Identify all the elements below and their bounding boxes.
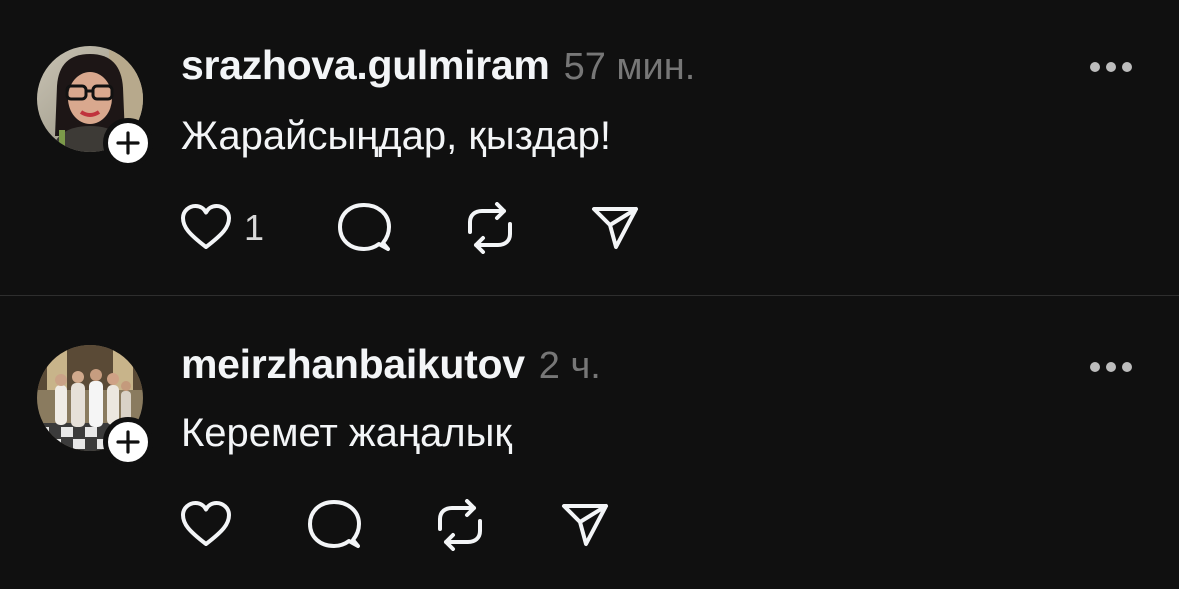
repost-button[interactable]	[464, 200, 516, 256]
divider	[0, 295, 1179, 296]
action-bar: 1	[178, 200, 658, 256]
reply-post: srazhova.gulmiram 57 мин. Жарайсыңдар, қ…	[0, 0, 1179, 296]
heart-icon	[181, 501, 231, 546]
post-text: Жарайсыңдар, қыздар!	[181, 114, 612, 158]
share-button[interactable]	[590, 200, 640, 256]
repost-icon	[438, 499, 482, 551]
avatar[interactable]	[37, 345, 153, 467]
follow-button[interactable]	[103, 417, 153, 467]
send-icon	[592, 207, 638, 249]
username-link[interactable]: srazhova.gulmiram	[181, 42, 550, 89]
avatar[interactable]	[37, 46, 153, 168]
comment-button[interactable]	[307, 497, 361, 553]
timestamp[interactable]: 57 мин.	[564, 46, 696, 89]
more-dots-icon[interactable]	[1089, 361, 1133, 373]
more-dots-icon[interactable]	[1089, 61, 1133, 73]
comment-button[interactable]	[337, 200, 391, 256]
like-button[interactable]: 1	[178, 200, 264, 256]
like-count: 1	[244, 207, 265, 248]
share-button[interactable]	[560, 497, 610, 553]
post-header: meirzhanbaikutov 2 ч.	[181, 341, 601, 388]
repost-icon	[468, 202, 512, 254]
heart-icon	[181, 204, 231, 249]
post-text: Керемет жаңалық	[181, 411, 512, 455]
like-button[interactable]	[178, 497, 244, 553]
post-header: srazhova.gulmiram 57 мин.	[181, 42, 695, 89]
username-link[interactable]: meirzhanbaikutov	[181, 341, 525, 388]
repost-button[interactable]	[434, 497, 486, 553]
timestamp[interactable]: 2 ч.	[539, 345, 601, 388]
action-bar	[178, 497, 658, 553]
reply-post: meirzhanbaikutov 2 ч. Керемет жаңалық	[0, 297, 1179, 589]
plus-icon	[116, 430, 140, 454]
comment-bubble-icon	[308, 500, 361, 548]
comment-bubble-icon	[338, 203, 391, 251]
follow-button[interactable]	[103, 118, 153, 168]
send-icon	[562, 504, 608, 546]
plus-icon	[116, 131, 140, 155]
